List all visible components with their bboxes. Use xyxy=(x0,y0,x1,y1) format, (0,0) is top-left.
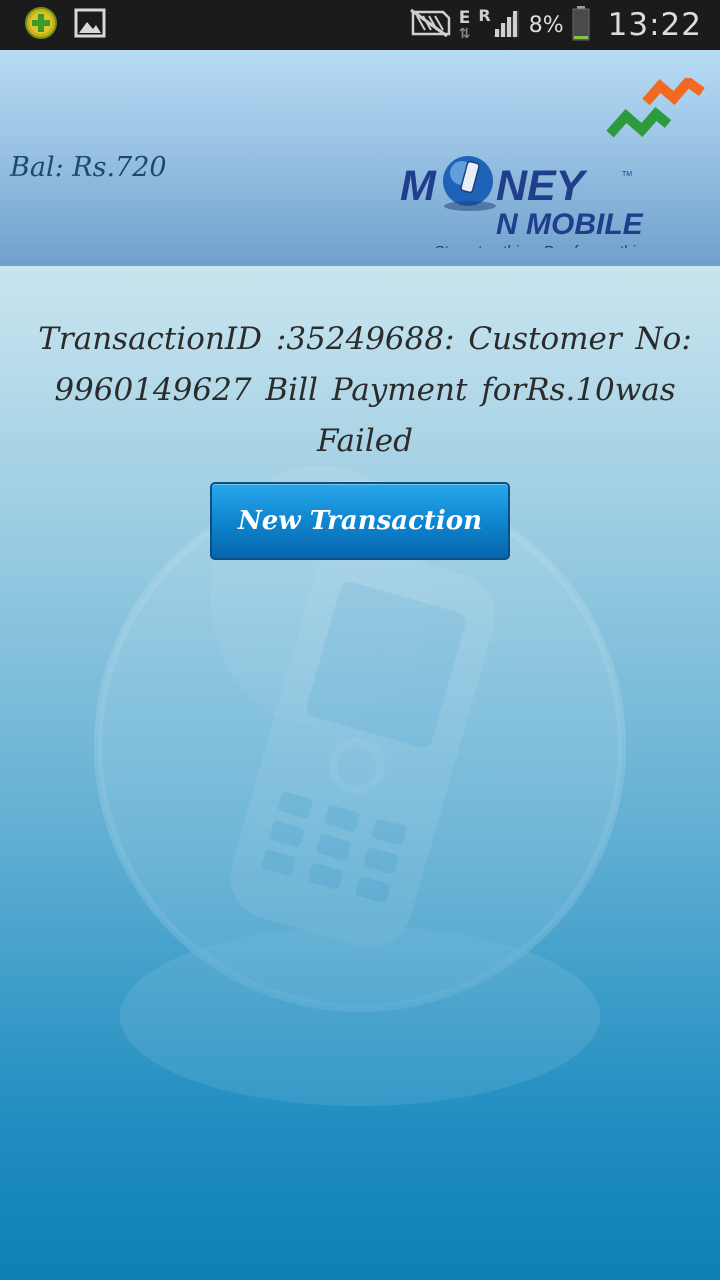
transaction-status-message: TransactionID :35249688: Customer No: 99… xyxy=(38,321,692,459)
new-transaction-button[interactable]: New Transaction xyxy=(210,482,510,560)
network-type-label: E xyxy=(458,7,471,28)
roaming-label: R xyxy=(478,6,491,25)
phone-globe-watermark xyxy=(90,456,650,1156)
app-plus-icon xyxy=(24,6,58,44)
no-sim-icon xyxy=(409,8,451,42)
battery-icon xyxy=(572,5,590,45)
roaming-signal-icon xyxy=(491,7,521,43)
data-e-icon: E ⇅ xyxy=(458,7,471,42)
svg-text:N MOBILE: N MOBILE xyxy=(496,208,644,241)
svg-text:NEY: NEY xyxy=(496,162,588,210)
app-header: Bal: Rs.720 M NEY TM N MOBILE Stop at no… xyxy=(0,50,720,266)
gallery-image-icon xyxy=(74,8,106,42)
svg-text:TM: TM xyxy=(622,171,632,178)
main-content: TransactionID :35249688: Customer No: 99… xyxy=(0,266,720,1280)
money-on-mobile-logo: M NEY TM N MOBILE Stop at nothing. Pay f… xyxy=(398,75,708,260)
status-bar-right: E ⇅ R 8% 13:22 xyxy=(409,4,702,46)
svg-text:Stop at nothing. Pay for anyth: Stop at nothing. Pay for anything. xyxy=(434,243,656,248)
screen: E ⇅ R 8% 13:22 Bal: Rs.720 M NEY TM N MO… xyxy=(0,0,720,1280)
data-arrows-icon: ⇅ xyxy=(458,25,471,42)
svg-text:M: M xyxy=(400,162,437,210)
battery-percent: 8% xyxy=(528,12,564,38)
status-bar-left xyxy=(24,6,106,44)
status-bar: E ⇅ R 8% 13:22 xyxy=(0,0,720,50)
balance-label: Bal: Rs.720 xyxy=(10,152,167,183)
clock: 13:22 xyxy=(607,7,702,43)
